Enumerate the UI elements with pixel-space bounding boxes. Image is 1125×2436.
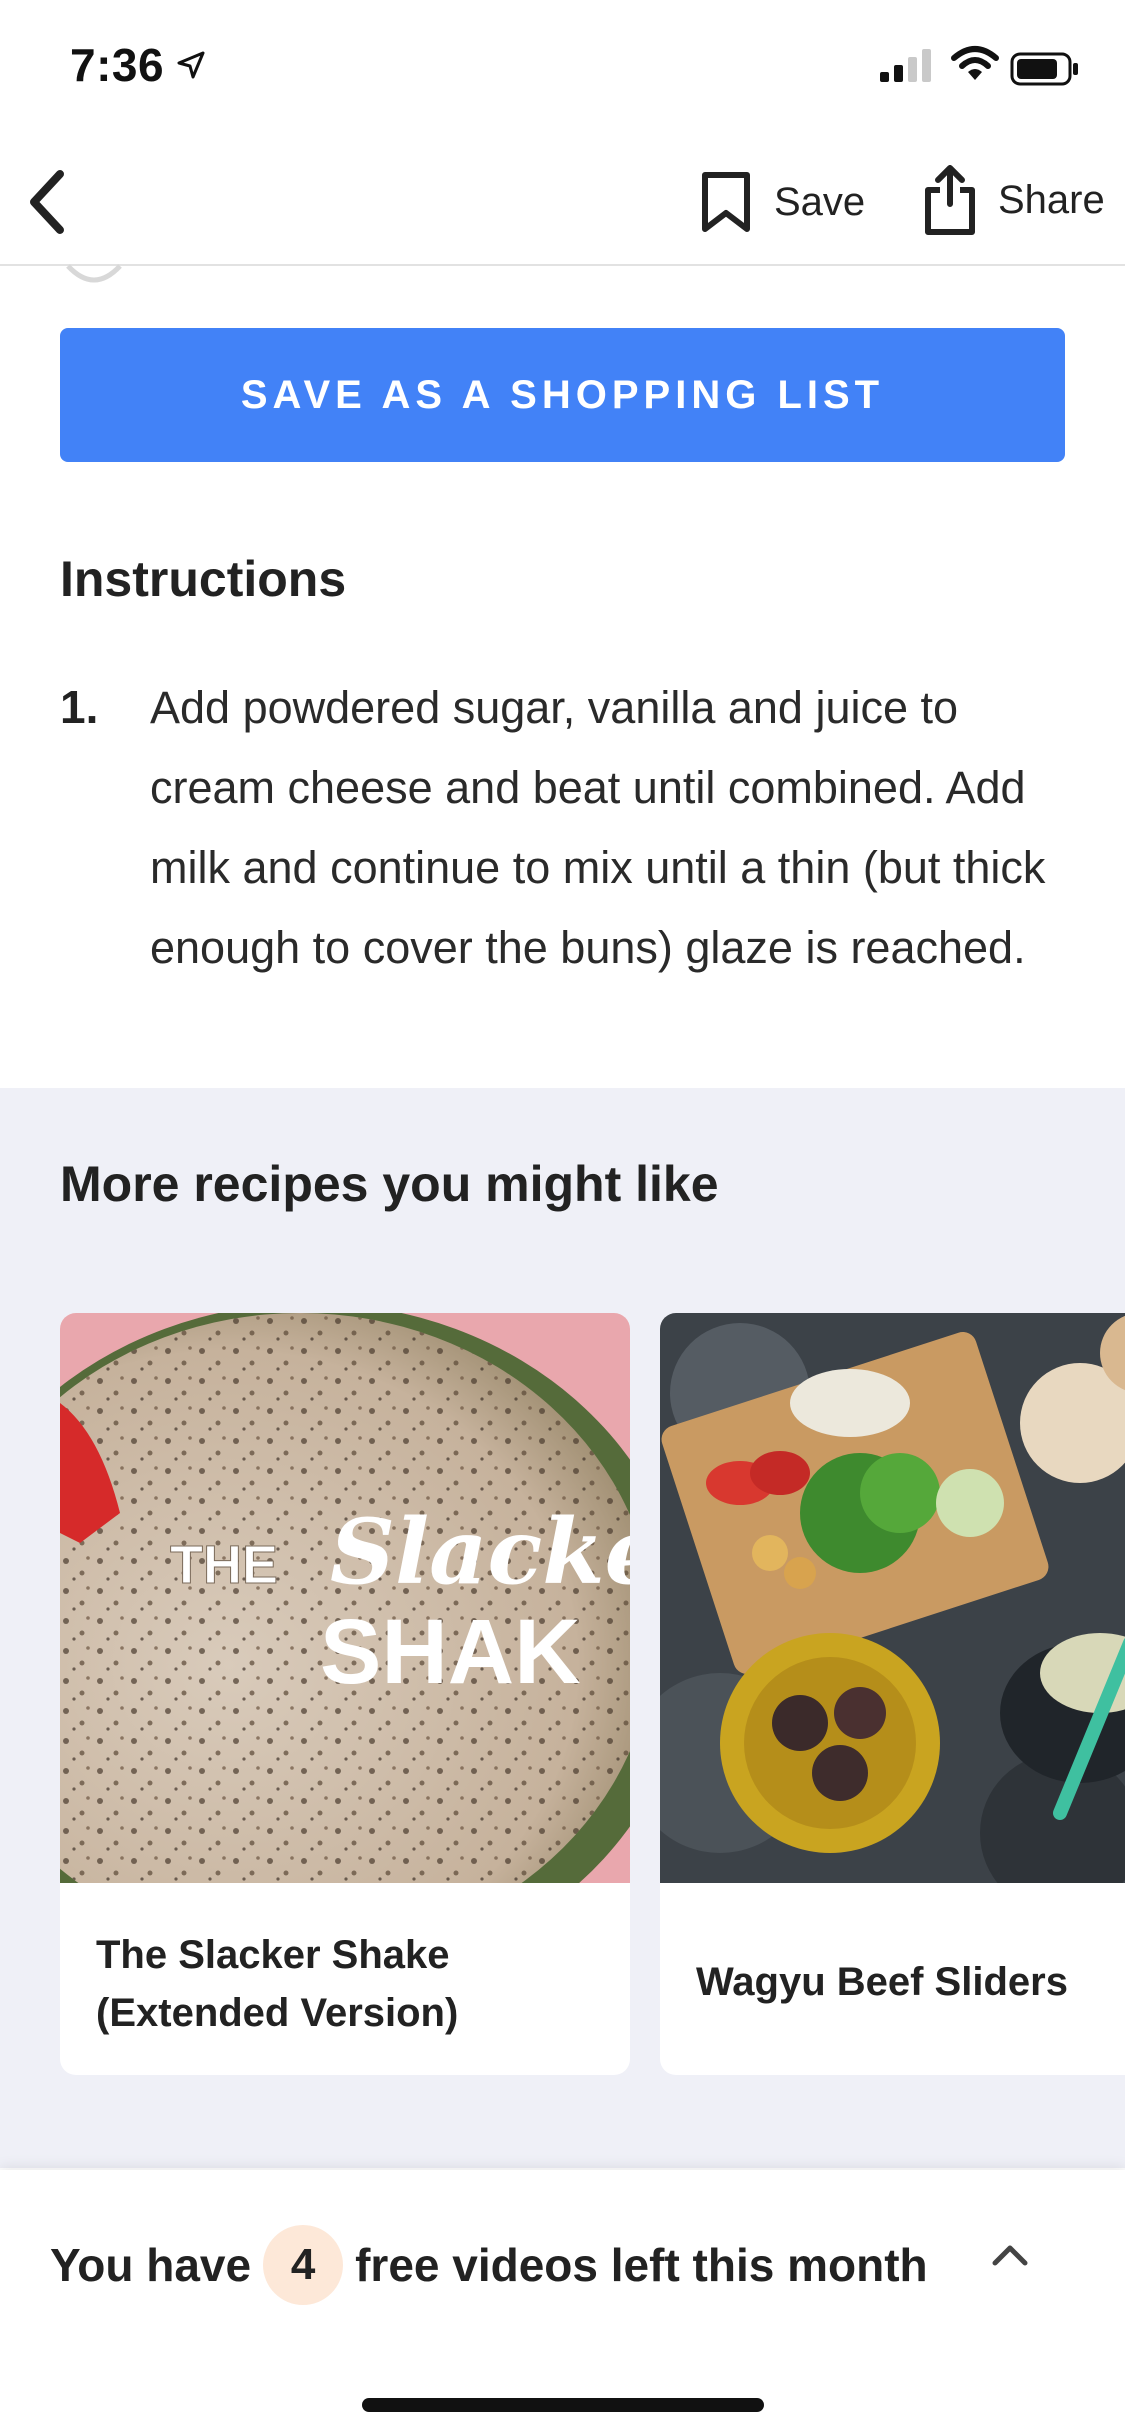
thumbnail-text-shake: SHAK xyxy=(320,1601,581,1703)
battery-icon xyxy=(1010,52,1078,86)
slacker-shake-thumbnail: THE Slacke SHAK xyxy=(60,1313,630,1883)
cellular-signal-icon xyxy=(880,49,931,82)
share-label: Share xyxy=(998,177,1105,222)
home-indicator xyxy=(362,2398,764,2412)
status-time: 7:36 xyxy=(70,39,165,91)
recipe-card-title-line1: The Slacker Shake xyxy=(96,1933,450,1977)
back-button[interactable] xyxy=(14,160,78,244)
share-icon xyxy=(925,165,975,235)
recipe-card-title: The Slacker Shake (Extended Version) xyxy=(96,1926,576,2042)
recipe-card-wagyu-sliders[interactable]: Wagyu Beef Sliders xyxy=(660,1313,1125,2075)
chevron-up-icon[interactable] xyxy=(985,2235,1035,2275)
ingredient-checkbox-partial[interactable] xyxy=(64,264,124,284)
free-videos-count-badge: 4 xyxy=(263,2225,344,2305)
save-label: Save xyxy=(774,179,866,224)
thumbnail-text-slacker: Slacke xyxy=(330,1499,630,1605)
share-button[interactable]: Share xyxy=(922,150,1122,250)
thumbnail-text-the: THE xyxy=(170,1535,278,1595)
wifi-icon xyxy=(951,46,999,80)
step-number: 1. xyxy=(60,681,99,733)
banner-suffix: free videos left this month xyxy=(355,2239,928,2291)
instructions-heading: Instructions xyxy=(60,551,347,607)
location-arrow-icon xyxy=(177,51,205,79)
recipe-card-title: Wagyu Beef Sliders xyxy=(696,1960,1068,2004)
bookmark-icon xyxy=(702,172,750,232)
save-button[interactable]: Save xyxy=(700,160,880,244)
banner-prefix: You have xyxy=(50,2239,252,2291)
free-videos-message: You have 4 free videos left this month xyxy=(50,2220,928,2310)
step-text: Add powdered sugar, vanilla and juice to… xyxy=(150,682,1046,973)
recipe-card-title-line2: (Extended Version) xyxy=(96,1991,459,2035)
wagyu-sliders-thumbnail xyxy=(660,1313,1125,1883)
more-recipes-heading: More recipes you might like xyxy=(60,1156,719,1212)
recipe-card-slacker-shake[interactable]: THE Slacke SHAK The Slacker Shake (Exten… xyxy=(60,1313,630,2075)
save-shopping-list-button[interactable]: SAVE AS A SHOPPING LIST xyxy=(60,328,1065,462)
